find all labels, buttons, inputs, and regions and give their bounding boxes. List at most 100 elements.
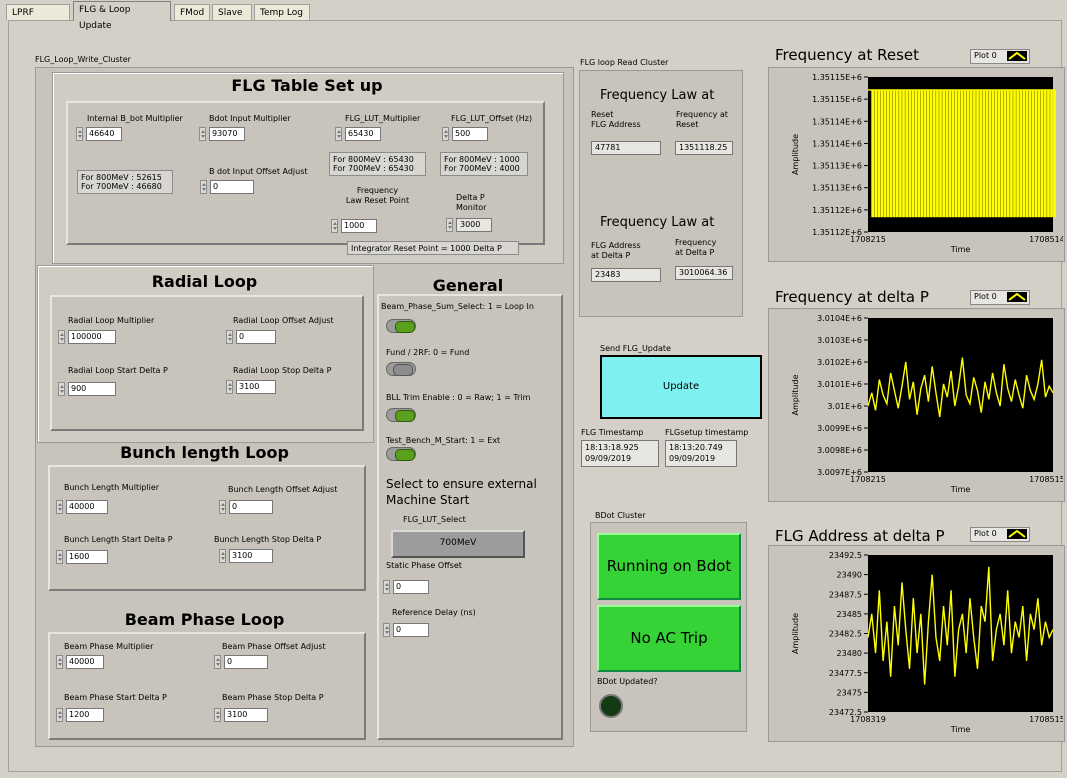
flg-xtick-start: 1708319 [850,715,886,724]
freq-law-reset-input[interactable]: 1000 [341,219,377,233]
test-bench-toggle[interactable] [386,447,416,461]
radial-start-input[interactable]: 900 [68,382,116,396]
fund-2rf-toggle[interactable] [386,362,416,376]
internal-b-bot-input[interactable]: 46640 [86,127,122,141]
beam-mult-input[interactable]: 40000 [66,655,104,669]
reference-delay-input[interactable]: 0 [393,623,429,637]
bdot-offset-label: B dot Input Offset Adjust [209,167,308,176]
deltap-ytick-label: 3.0104E+6 [817,314,862,323]
flg-lut-select-button[interactable]: 700MeV [391,530,525,558]
radial-stop-input[interactable]: 3100 [236,380,276,394]
bdot-cluster-title: BDot Cluster [595,511,646,520]
deltap-flg-value: 23483 [591,268,661,282]
beam-start-spinner[interactable] [56,708,63,722]
chart-reset: 1.35115E+6 1.35115E+6 1.35114E+6 1.35114E+6… [791,73,1063,254]
beam-stop-input[interactable]: 3100 [224,708,268,722]
radial-start-spinner[interactable] [58,382,65,396]
bdot-offset-spinner[interactable] [200,180,207,194]
deltap-ytick-label: 3.01E+6 [827,402,862,411]
flg-ytick-label: 23480 [837,649,862,658]
radial-mult-input[interactable]: 100000 [68,330,116,344]
bdot-input-mult-label: Bdot Input Multiplier [209,114,291,123]
deltap-ytick-label: 3.0098E+6 [817,446,862,455]
bunch-stop-input[interactable]: 3100 [229,549,273,563]
chart-reset-legend[interactable]: Plot 0 [970,49,1030,64]
update-button[interactable]: Update [600,355,762,419]
flg-ylabel: Amplitude [791,613,800,654]
deltap-freq-label: Frequency at Delta P [675,238,717,257]
bunch-stop-label: Bunch Length Stop Delta P [214,535,322,544]
flg-timestamp-value: 18:13:18.925 09/09/2019 [581,440,659,467]
legend-swatch-icon [1007,51,1027,61]
tab-flg-loop-update[interactable]: FLG & Loop Update [73,1,171,31]
bunch-start-spinner[interactable] [56,550,63,564]
beam-stop-spinner[interactable] [214,708,221,722]
flg-ytick-label: 23490 [837,571,862,580]
flg-ytick-label: 23485 [837,610,862,619]
freq-law-reset-label: Frequency Law Reset Point [345,186,410,205]
radial-start-label: Radial Loop Start Delta P [68,366,168,375]
deltap-xtick-start: 1708215 [850,475,886,484]
bll-trim-toggle[interactable] [386,408,416,422]
reference-delay-spinner[interactable] [383,623,390,637]
reset-ytick-label: 1.35115E+6 [812,95,862,104]
b-bot-note: For 800MeV : 52615 For 700MeV : 46680 [77,170,173,194]
bunch-mult-spinner[interactable] [56,500,63,514]
beam-offset-input[interactable]: 0 [224,655,268,669]
chart-flg-title: FLG Address at delta P [775,527,945,545]
flg-ytick-label: 23492.5 [829,551,862,560]
deltap-freq-value: 3010064.36 [675,266,733,280]
freq-law-reset-spinner[interactable] [331,219,338,233]
bunch-offset-input[interactable]: 0 [229,500,273,514]
reset-freq-value: 1351118.25 [675,141,733,155]
bunch-mult-label: Bunch Length Multiplier [64,483,160,492]
no-ac-trip-indicator: No AC Trip [597,605,741,672]
bdot-input-mult-input[interactable]: 93070 [209,127,245,141]
tab-lprf-status[interactable]: LPRF Status [6,4,70,34]
beam-offset-label: Beam Phase Offset Adjust [222,642,326,651]
bdot-offset-input[interactable]: 0 [210,180,254,194]
internal-b-bot-spinner[interactable] [76,127,83,141]
reset-series-line [868,89,1057,218]
general-heading: General [432,276,504,295]
flg-lut-mult-spinner[interactable] [335,127,342,141]
flg-table-heading: FLG Table Set up [231,76,383,95]
beam-start-label: Beam Phase Start Delta P [64,693,167,702]
bdot-updated-led [599,694,623,718]
beam-phase-sum-toggle[interactable] [386,319,416,333]
chart-flg-legend[interactable]: Plot 0 [970,527,1030,542]
bunch-start-label: Bunch Length Start Delta P [64,535,173,544]
chart-deltap-legend[interactable]: Plot 0 [970,290,1030,305]
beam-mult-spinner[interactable] [56,655,63,669]
delta-p-monitor-label: Delta P Monitor [456,193,487,212]
radial-mult-spinner[interactable] [58,330,65,344]
flg-lut-offset-input[interactable]: 500 [452,127,488,141]
deltap-flg-label: FLG Address at Delta P [591,241,641,260]
radial-offset-input[interactable]: 0 [236,330,276,344]
flg-timestamp-label: FLG Timestamp [581,428,644,437]
beam-start-input[interactable]: 1200 [66,708,104,722]
bll-trim-label: BLL Trim Enable : 0 = Raw; 1 = Trim [386,393,531,402]
bunch-mult-input[interactable]: 40000 [66,500,108,514]
flgsetup-timestamp-value: 18:13:20.749 09/09/2019 [665,440,737,467]
tab-fmod[interactable]: FMod [174,4,210,20]
static-phase-input[interactable]: 0 [393,580,429,594]
delta-p-monitor-spinner[interactable] [446,218,453,232]
radial-offset-spinner[interactable] [226,330,233,344]
flg-lut-mult-input[interactable]: 65430 [345,127,381,141]
radial-stop-spinner[interactable] [226,380,233,394]
static-phase-spinner[interactable] [383,580,390,594]
radial-stop-label: Radial Loop Stop Delta P [233,366,332,375]
flg-lut-offset-spinner[interactable] [442,127,449,141]
bunch-stop-spinner[interactable] [219,549,226,563]
reset-freq-label: Frequency at Reset [676,110,728,129]
reset-xtick-end: 1708514 [1029,235,1063,244]
tab-bar: LPRF Status FLG & Loop Update FMod Slave… [0,0,1067,34]
beam-offset-spinner[interactable] [214,655,221,669]
deltap-xlabel: Time [950,485,971,494]
bunch-start-input[interactable]: 1600 [66,550,108,564]
tab-slave[interactable]: Slave [212,4,252,20]
bdot-input-mult-spinner[interactable] [199,127,206,141]
bunch-offset-spinner[interactable] [219,500,226,514]
tab-temp-log[interactable]: Temp Log [254,4,310,20]
